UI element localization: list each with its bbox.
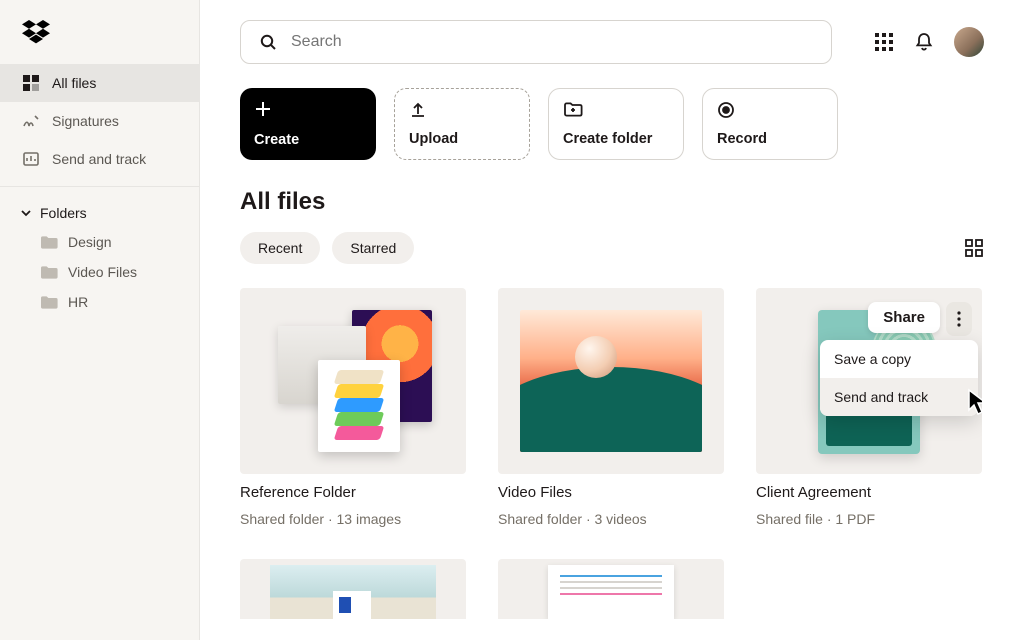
kebab-icon xyxy=(957,311,961,327)
thumbnail xyxy=(498,288,724,474)
grid: Reference Folder Shared folder · 13 imag… xyxy=(200,264,1024,619)
create-folder-button[interactable]: Create folder xyxy=(548,88,684,160)
card-client-agreement[interactable]: Client Agreement Share Save a copy Send … xyxy=(756,288,982,527)
upload-icon xyxy=(409,101,515,119)
context-menu: Save a copy Send and track xyxy=(820,340,978,416)
thumbnail xyxy=(498,559,724,619)
page-title: All files xyxy=(200,160,1024,216)
folder-label: Video Files xyxy=(68,264,137,280)
send-track-icon xyxy=(22,150,40,168)
sidebar: All files Signatures Send and track Fold… xyxy=(0,0,200,640)
card-reference-folder[interactable]: Reference Folder Shared folder · 13 imag… xyxy=(240,288,466,527)
topbar xyxy=(200,0,1024,64)
sidebar-item-all-files[interactable]: All files xyxy=(0,64,199,102)
main: Create Upload Create folder Record All f… xyxy=(200,0,1024,640)
action-label: Create xyxy=(254,132,362,148)
search-icon xyxy=(259,33,277,51)
share-button[interactable]: Share xyxy=(868,302,940,333)
folder-icon xyxy=(40,295,58,310)
record-button[interactable]: Record xyxy=(702,88,838,160)
create-button[interactable]: Create xyxy=(240,88,376,160)
card-subtitle: Shared folder · 13 images xyxy=(240,511,466,527)
folders-header[interactable]: Folders xyxy=(0,205,199,227)
cursor-icon xyxy=(966,388,982,416)
record-icon xyxy=(717,101,823,119)
folder-icon xyxy=(40,265,58,280)
thumbnail xyxy=(240,288,466,474)
logo[interactable] xyxy=(0,0,199,64)
card-partial-2[interactable] xyxy=(498,559,724,619)
filter-recent[interactable]: Recent xyxy=(240,232,320,264)
card-subtitle: Shared file · 1 PDF xyxy=(756,511,982,527)
grid-view-icon[interactable] xyxy=(964,238,984,258)
search-box[interactable] xyxy=(240,20,832,64)
folders-header-label: Folders xyxy=(40,205,87,221)
thumbnail: Client Agreement Share Save a copy Send … xyxy=(756,288,982,474)
card-title: Client Agreement xyxy=(756,484,982,501)
card-title: Video Files xyxy=(498,484,724,501)
sidebar-item-label: All files xyxy=(52,75,96,91)
search-input[interactable] xyxy=(291,33,813,51)
action-label: Upload xyxy=(409,131,515,147)
filter-starred[interactable]: Starred xyxy=(332,232,414,264)
sidebar-nav: All files Signatures Send and track xyxy=(0,64,199,178)
folder-plus-icon xyxy=(563,101,669,119)
folder-list: Design Video Files HR xyxy=(0,227,199,317)
signature-icon xyxy=(22,112,40,130)
avatar[interactable] xyxy=(954,27,984,57)
card-title: Reference Folder xyxy=(240,484,466,501)
folder-item-video[interactable]: Video Files xyxy=(0,257,199,287)
filter-bar: Recent Starred xyxy=(200,216,1024,264)
sidebar-item-send-track[interactable]: Send and track xyxy=(0,140,199,178)
sidebar-item-label: Send and track xyxy=(52,151,146,167)
upload-button[interactable]: Upload xyxy=(394,88,530,160)
thumbnail xyxy=(240,559,466,619)
card-video-files[interactable]: Video Files Shared folder · 3 videos xyxy=(498,288,724,527)
card-partial-1[interactable] xyxy=(240,559,466,619)
sidebar-item-label: Signatures xyxy=(52,113,119,129)
plus-icon xyxy=(254,100,362,118)
files-icon xyxy=(22,74,40,92)
menu-item-send-track[interactable]: Send and track xyxy=(820,378,978,416)
folder-icon xyxy=(40,235,58,250)
divider xyxy=(0,186,199,187)
folder-item-design[interactable]: Design xyxy=(0,227,199,257)
sidebar-item-signatures[interactable]: Signatures xyxy=(0,102,199,140)
action-bar: Create Upload Create folder Record xyxy=(200,64,1024,160)
card-subtitle: Shared folder · 3 videos xyxy=(498,511,724,527)
folder-item-hr[interactable]: HR xyxy=(0,287,199,317)
folder-label: HR xyxy=(68,294,88,310)
apps-icon[interactable] xyxy=(874,32,894,52)
menu-item-save-copy[interactable]: Save a copy xyxy=(820,340,978,378)
action-label: Record xyxy=(717,131,823,147)
chevron-down-icon xyxy=(20,207,32,219)
more-button[interactable] xyxy=(946,302,972,336)
bell-icon[interactable] xyxy=(914,32,934,52)
folder-label: Design xyxy=(68,234,112,250)
action-label: Create folder xyxy=(563,131,669,147)
